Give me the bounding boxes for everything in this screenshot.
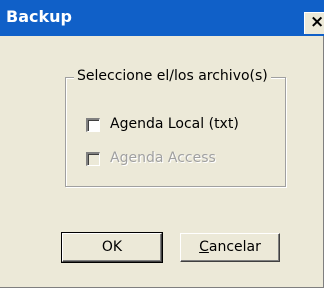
file-selection-group <box>65 77 286 187</box>
close-icon: × <box>310 12 324 32</box>
close-button[interactable]: × <box>304 12 324 34</box>
cancel-button[interactable]: Cancelar <box>180 233 280 262</box>
backup-dialog: Backup × Seleccione el/los archivo(s) Ag… <box>0 0 324 288</box>
title-bar[interactable]: Backup × <box>0 0 324 36</box>
agenda-local-checkbox[interactable] <box>86 118 100 132</box>
agenda-access-label: Agenda Access <box>110 150 216 166</box>
ok-button[interactable]: OK <box>61 232 163 263</box>
group-legend: Seleccione el/los archivo(s) <box>74 68 271 84</box>
window-title: Backup <box>6 7 72 26</box>
agenda-local-label[interactable]: Agenda Local (txt) <box>110 116 239 132</box>
agenda-access-checkbox <box>86 152 100 166</box>
